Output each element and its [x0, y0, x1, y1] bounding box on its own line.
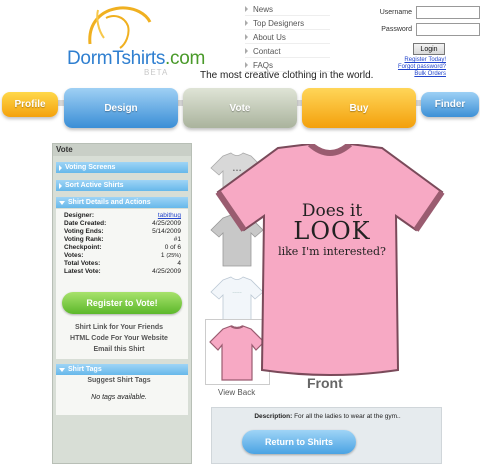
- beta-badge: BETA: [144, 68, 169, 77]
- site-logo[interactable]: DormTshirts.com BETA: [25, 4, 205, 77]
- description-box: Description: For all the ladies to wear …: [211, 407, 442, 464]
- detail-row: Voting Ends: 5/14/2009: [64, 228, 181, 235]
- designer-link[interactable]: tabithug: [158, 212, 181, 220]
- expand-arrow-icon: [59, 164, 62, 171]
- bulk-orders-link[interactable]: Bulk Orders: [398, 71, 446, 78]
- password-label: Password: [381, 26, 412, 33]
- tab-finder[interactable]: Finder: [421, 92, 479, 117]
- shirt-details-toggle[interactable]: Shirt Details and Actions: [56, 197, 188, 208]
- shirt-text-line2: LOOK: [293, 217, 370, 245]
- sort-active-toggle[interactable]: Sort Active Shirts: [56, 180, 188, 191]
- username-input[interactable]: [416, 6, 480, 19]
- tab-profile[interactable]: Profile: [2, 92, 58, 117]
- tagline: The most creative clothing in the world.: [200, 70, 374, 81]
- shirt-front-image: Does it LOOK like I'm interested?: [215, 144, 445, 376]
- return-to-shirts-button[interactable]: Return to Shirts: [242, 430, 356, 454]
- tab-buy[interactable]: Buy: [302, 88, 416, 128]
- collapse-arrow-icon: [59, 367, 65, 372]
- forgot-password-link[interactable]: Forgot password?: [398, 64, 446, 71]
- logo-wordmark: DormTshirts.com: [67, 48, 206, 69]
- email-shirt-link[interactable]: Email this Shirt: [53, 344, 185, 355]
- no-tags-text: No tags available.: [91, 394, 147, 401]
- topnav-top-designers[interactable]: Top Designers: [245, 17, 330, 30]
- register-to-vote-button[interactable]: Register to Vote!: [62, 292, 182, 314]
- description-text: Description: For all the ladies to wear …: [254, 413, 401, 420]
- tab-vote[interactable]: Vote: [183, 88, 297, 128]
- bullet-icon: [245, 6, 248, 12]
- top-nav: News Top Designers About Us Contact FAQs: [245, 3, 330, 73]
- view-back-label[interactable]: View Back: [218, 388, 255, 397]
- share-links: Shirt Link for Your Friends HTML Code Fo…: [53, 322, 185, 355]
- html-code-link[interactable]: HTML Code For Your Website: [53, 333, 185, 344]
- collapse-arrow-icon: [59, 200, 65, 205]
- front-label: Front: [307, 375, 343, 391]
- topnav-about-us[interactable]: About Us: [245, 31, 330, 44]
- username-label: Username: [379, 9, 412, 16]
- shirt-text-line3: like I'm interested?: [278, 245, 386, 258]
- logo-swoosh-icon: [88, 6, 152, 49]
- detail-row: Votes: 1 (25%): [64, 252, 181, 259]
- bullet-icon: [245, 48, 248, 54]
- sidebar-title: Vote: [53, 144, 191, 156]
- bullet-icon: [245, 20, 248, 26]
- page: DormTshirts.com BETA News Top Designers …: [0, 0, 480, 464]
- detail-row: Designer: tabithug: [64, 212, 181, 220]
- detail-row: Date Created: 4/25/2009: [64, 220, 181, 227]
- login-links: Register Today! Forgot password? Bulk Or…: [398, 57, 446, 78]
- suggest-tags-link[interactable]: Suggest Shirt Tags: [53, 377, 185, 384]
- password-input[interactable]: [416, 23, 480, 36]
- topnav-news[interactable]: News: [245, 3, 330, 16]
- tab-design[interactable]: Design: [64, 88, 178, 128]
- detail-row: Total Votes: 4: [64, 260, 181, 267]
- bullet-icon: [245, 34, 248, 40]
- login-button[interactable]: Login: [413, 43, 445, 55]
- detail-row: Latest Vote: 4/25/2009: [64, 268, 181, 275]
- expand-arrow-icon: [59, 182, 62, 189]
- detail-row: Voting Rank: #1: [64, 236, 181, 243]
- voting-screens-toggle[interactable]: Voting Screens: [56, 162, 188, 173]
- bullet-icon: [245, 62, 248, 68]
- register-link[interactable]: Register Today!: [398, 57, 446, 64]
- shirt-link-friends[interactable]: Shirt Link for Your Friends: [53, 322, 185, 333]
- topnav-contact[interactable]: Contact: [245, 45, 330, 58]
- vote-sidebar: Vote Voting Screens Sort Active Shirts S…: [52, 143, 192, 464]
- detail-row: Checkpoint: 0 of 6: [64, 244, 181, 251]
- shirt-tags-toggle[interactable]: Shirt Tags: [56, 364, 188, 375]
